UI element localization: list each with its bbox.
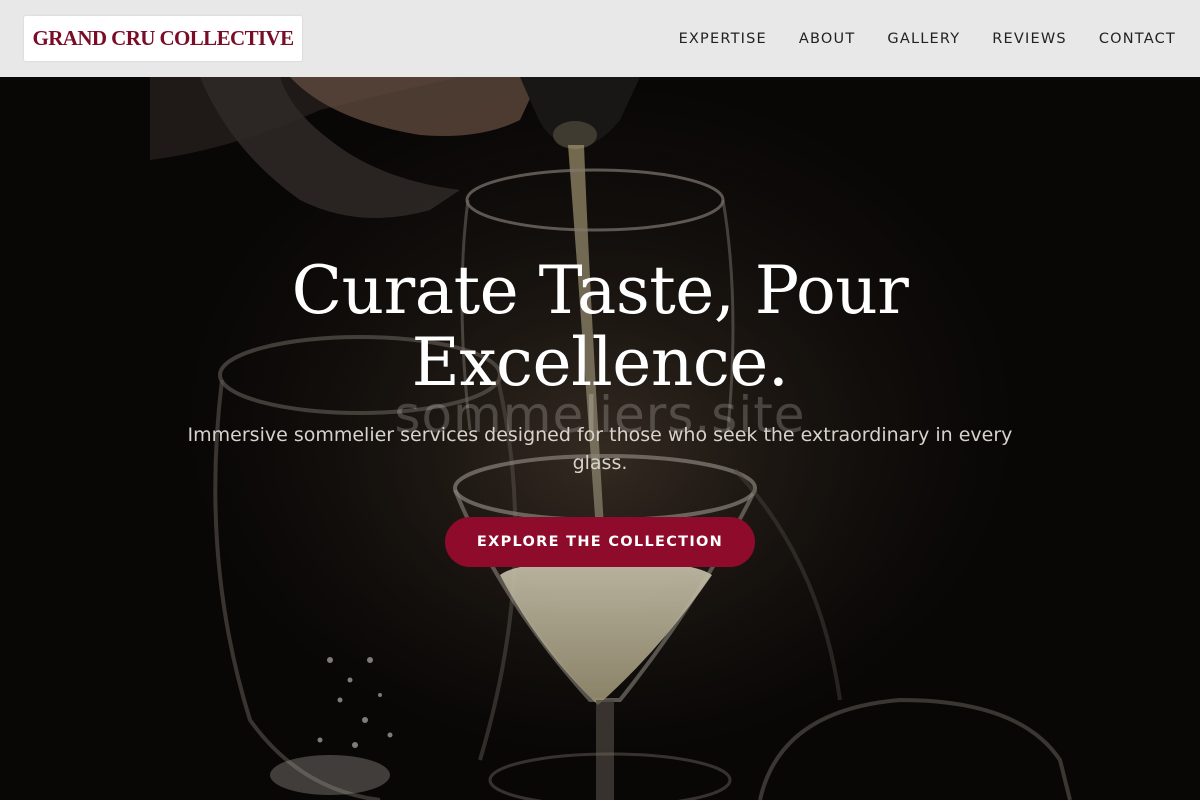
- nav-link-about[interactable]: ABOUT: [799, 31, 856, 47]
- hero-subhead: Immersive sommelier services designed fo…: [187, 424, 1013, 474]
- nav-link-contact[interactable]: CONTACT: [1099, 31, 1176, 47]
- nav-link-reviews[interactable]: REVIEWS: [992, 31, 1067, 47]
- hero-headline: Curate Taste, Pour Excellence.: [291, 252, 909, 401]
- logo-text: GRAND CRU COLLECTIVE: [32, 26, 294, 50]
- main-nav: EXPERTISE ABOUT GALLERY REVIEWS CONTACT: [679, 31, 1176, 47]
- logo-link[interactable]: GRAND CRU COLLECTIVE: [24, 16, 302, 61]
- site-header: GRAND CRU COLLECTIVE EXPERTISE ABOUT GAL…: [0, 0, 1200, 77]
- hero-content: Curate Taste, Pour Excellence. Immersive…: [0, 255, 1200, 567]
- nav-link-expertise[interactable]: EXPERTISE: [679, 31, 767, 47]
- nav-link-gallery[interactable]: GALLERY: [887, 31, 960, 47]
- explore-collection-button[interactable]: EXPLORE THE COLLECTION: [445, 517, 755, 567]
